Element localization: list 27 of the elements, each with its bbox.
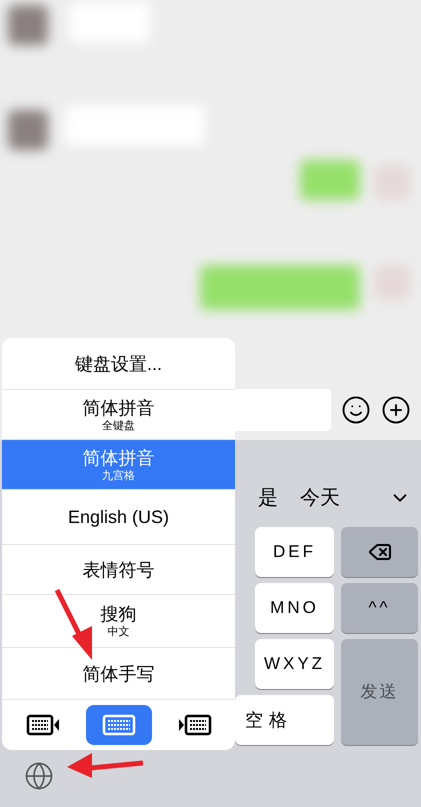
keyboard-icon <box>26 714 62 736</box>
add-icon[interactable] <box>381 395 411 425</box>
menu-item-label: English (US) <box>68 506 170 528</box>
menu-item-label: 搜狗 <box>100 603 136 625</box>
menu-item-label: 简体拼音 <box>82 396 154 418</box>
menu-item[interactable]: 键盘设置... <box>2 338 235 390</box>
menu-item-subtitle: 全键盘 <box>102 418 135 432</box>
send-key[interactable]: 发送 <box>341 639 418 745</box>
menu-item-label: 表情符号 <box>82 558 154 580</box>
key[interactable]: WXYZ <box>255 639 334 689</box>
menu-item[interactable]: 简体拼音 九宫格 <box>2 440 235 490</box>
emoji-icon[interactable] <box>341 395 371 425</box>
candidate-word[interactable]: 今天 <box>300 483 340 513</box>
keyboard-icon <box>100 714 136 736</box>
annotation-arrow <box>54 588 92 660</box>
candidate-word[interactable]: 是 <box>258 483 278 513</box>
delete-key[interactable] <box>341 527 418 577</box>
menu-item-label: 键盘设置... <box>74 352 162 374</box>
key[interactable]: ^^ <box>341 583 418 633</box>
space-key[interactable]: 空格 <box>235 695 334 745</box>
menu-item-subtitle: 中文 <box>108 625 130 639</box>
key[interactable]: MNO <box>255 583 334 633</box>
globe-icon[interactable] <box>24 761 54 791</box>
menu-item-subtitle: 九宫格 <box>102 468 135 482</box>
menu-item-label: 简体拼音 <box>82 446 154 468</box>
menu-item-label: 简体手写 <box>82 662 154 684</box>
key[interactable]: DEF <box>255 527 334 577</box>
